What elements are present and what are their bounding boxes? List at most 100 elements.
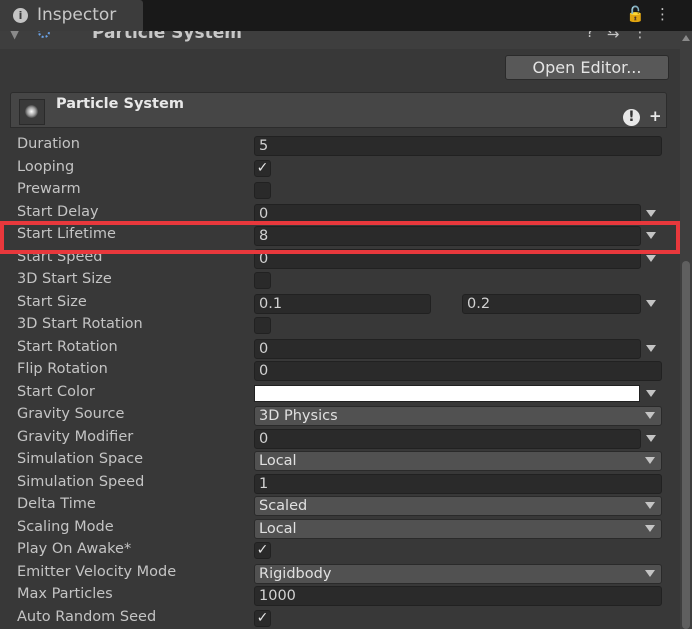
max-particles-label: Max Particles <box>17 586 113 602</box>
scaling-mode-value: Local <box>259 521 297 537</box>
more-menu-icon[interactable]: ⋮ <box>633 31 661 41</box>
start-lifetime-label: Start Lifetime <box>17 226 116 242</box>
curve-mode-dropdown-icon[interactable] <box>646 232 656 239</box>
particle-system-icon <box>38 31 50 38</box>
gravity-modifier-label: Gravity Modifier <box>17 429 134 445</box>
start-rotation-3d-checkbox[interactable] <box>254 317 271 334</box>
flip-rotation-row: Flip Rotation 0 <box>0 359 680 381</box>
start-speed-label: Start Speed <box>17 249 103 265</box>
gravity-modifier-row: Gravity Modifier 0 <box>0 427 680 449</box>
scaling-mode-label: Scaling Mode <box>17 519 114 535</box>
start-rotation-label: Start Rotation <box>17 339 118 355</box>
delta-time-label: Delta Time <box>17 496 96 512</box>
checkmark-icon: ✓ <box>256 610 269 626</box>
looping-label: Looping <box>17 159 75 175</box>
gravity-source-row: Gravity Source 3D Physics <box>0 404 680 426</box>
chevron-down-icon <box>645 525 655 532</box>
curve-mode-dropdown-icon[interactable] <box>646 210 656 217</box>
checkmark-icon: ✓ <box>256 542 269 558</box>
gravity-modifier-field[interactable]: 0 <box>254 429 641 449</box>
start-rotation-3d-row: 3D Start Rotation <box>0 314 680 336</box>
preset-icon[interactable]: ⇆ <box>607 31 633 41</box>
gravity-source-dropdown[interactable]: 3D Physics <box>254 406 662 426</box>
start-size-label: Start Size <box>17 294 87 310</box>
delta-time-row: Delta Time Scaled <box>0 494 680 516</box>
chevron-down-icon <box>645 412 655 419</box>
scaling-mode-row: Scaling Mode Local <box>0 517 680 539</box>
inspector-tab-label: Inspector <box>37 5 117 25</box>
scrollbar-thumb[interactable] <box>682 261 690 629</box>
help-icon[interactable]: ? <box>586 31 607 41</box>
start-size-max-field[interactable]: 0.2 <box>462 294 641 314</box>
simulation-space-row: Simulation Space Local <box>0 449 680 471</box>
emitter-velocity-mode-dropdown[interactable]: Rigidbody <box>254 564 662 584</box>
prewarm-checkbox[interactable] <box>254 182 271 199</box>
lock-icon[interactable]: 🔓 <box>626 5 655 23</box>
curve-mode-dropdown-icon[interactable] <box>646 435 656 442</box>
open-editor-button[interactable]: Open Editor... <box>505 55 669 80</box>
vertical-scrollbar[interactable] <box>680 31 692 629</box>
start-size-3d-label: 3D Start Size <box>17 271 112 287</box>
start-color-swatch[interactable] <box>254 385 640 402</box>
duration-row: Duration 5 <box>0 134 680 156</box>
foldout-arrow-icon[interactable]: ▼ <box>10 31 19 41</box>
flip-rotation-field[interactable]: 0 <box>254 361 662 381</box>
start-size-3d-checkbox[interactable] <box>254 272 271 289</box>
gravity-source-label: Gravity Source <box>17 406 125 422</box>
looping-row: Looping ✓ <box>0 157 680 179</box>
start-color-label: Start Color <box>17 384 95 400</box>
simulation-space-value: Local <box>259 453 297 469</box>
start-color-row: Start Color <box>0 382 680 404</box>
curve-mode-dropdown-icon[interactable] <box>646 300 656 307</box>
looping-checkbox[interactable]: ✓ <box>254 160 271 177</box>
color-mode-dropdown-icon[interactable] <box>646 390 656 397</box>
start-delay-field[interactable]: 0 <box>254 204 641 224</box>
prewarm-row: Prewarm <box>0 179 680 201</box>
play-on-awake-label: Play On Awake* <box>17 541 132 557</box>
delta-time-value: Scaled <box>259 498 308 514</box>
chevron-down-icon <box>645 570 655 577</box>
particle-system-module-header[interactable]: Particle System ! + <box>10 92 667 128</box>
more-menu-icon[interactable]: ⋮ <box>655 5 680 23</box>
tab-tools: 🔓⋮ <box>626 5 680 23</box>
curve-mode-dropdown-icon[interactable] <box>646 255 656 262</box>
component-header-icons: ?⇆⋮ <box>586 31 661 41</box>
start-lifetime-row: Start Lifetime 8 <box>0 224 680 246</box>
curve-mode-dropdown-icon[interactable] <box>646 345 656 352</box>
auto-random-seed-label: Auto Random Seed <box>17 609 157 625</box>
auto-random-seed-checkbox[interactable]: ✓ <box>254 610 271 627</box>
play-on-awake-checkbox[interactable]: ✓ <box>254 542 271 559</box>
gravity-source-value: 3D Physics <box>259 408 338 424</box>
inspector-tab[interactable]: i Inspector <box>0 0 143 31</box>
inspector-tab-bar: i Inspector 🔓⋮ <box>0 0 692 31</box>
max-particles-row: Max Particles 1000 <box>0 584 680 606</box>
component-header[interactable]: ▼ Particle System ?⇆⋮ <box>0 31 680 49</box>
simulation-space-dropdown[interactable]: Local <box>254 451 662 471</box>
start-rotation-row: Start Rotation 0 <box>0 337 680 359</box>
simulation-speed-field[interactable]: 1 <box>254 474 662 494</box>
chevron-down-icon <box>645 457 655 464</box>
duration-field[interactable]: 5 <box>254 136 662 156</box>
flip-rotation-label: Flip Rotation <box>17 361 108 377</box>
emitter-velocity-mode-label: Emitter Velocity Mode <box>17 564 177 580</box>
start-rotation-field[interactable]: 0 <box>254 339 641 359</box>
warning-icon[interactable]: ! <box>623 109 640 126</box>
start-lifetime-field[interactable]: 8 <box>254 226 641 246</box>
auto-random-seed-row: Auto Random Seed ✓ <box>0 607 680 629</box>
emitter-velocity-mode-value: Rigidbody <box>259 566 332 582</box>
start-delay-label: Start Delay <box>17 204 99 220</box>
start-delay-row: Start Delay 0 <box>0 202 680 224</box>
start-size-min-field[interactable]: 0.1 <box>254 294 431 314</box>
scaling-mode-dropdown[interactable]: Local <box>254 519 662 539</box>
max-particles-field[interactable]: 1000 <box>254 586 662 606</box>
emitter-velocity-mode-row: Emitter Velocity Mode Rigidbody <box>0 562 680 584</box>
start-size-3d-row: 3D Start Size <box>0 269 680 291</box>
scroll-up-arrow-icon[interactable] <box>682 35 690 41</box>
info-icon: i <box>13 8 28 23</box>
start-speed-field[interactable]: 0 <box>254 249 641 269</box>
delta-time-dropdown[interactable]: Scaled <box>254 496 662 516</box>
add-icon[interactable]: + <box>649 107 662 125</box>
chevron-down-icon <box>645 502 655 509</box>
duration-label: Duration <box>17 136 80 152</box>
play-on-awake-row: Play On Awake* ✓ <box>0 539 680 561</box>
